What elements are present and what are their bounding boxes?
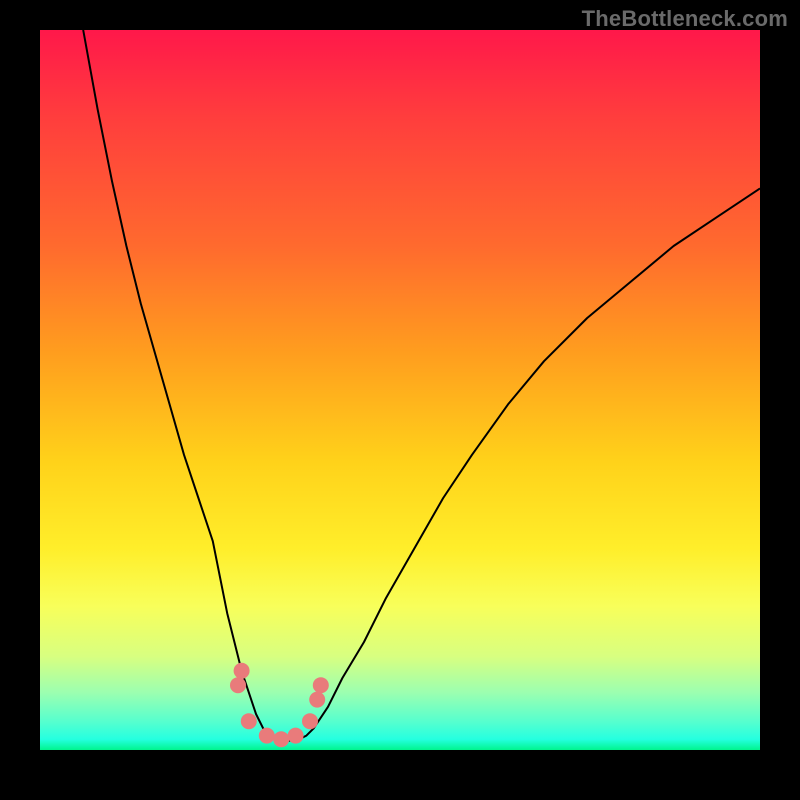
bottleneck-curve	[83, 30, 760, 741]
curve-marker	[234, 663, 250, 679]
plot-area	[40, 30, 760, 750]
outer-frame: TheBottleneck.com	[0, 0, 800, 800]
curve-layer	[40, 30, 760, 750]
curve-marker	[302, 713, 318, 729]
watermark-text: TheBottleneck.com	[582, 6, 788, 32]
curve-marker	[273, 731, 289, 747]
curve-marker	[288, 728, 304, 744]
curve-marker	[309, 692, 325, 708]
curve-marker	[230, 677, 246, 693]
curve-marker	[259, 728, 275, 744]
curve-marker	[241, 713, 257, 729]
marker-group	[230, 663, 329, 747]
curve-marker	[313, 677, 329, 693]
